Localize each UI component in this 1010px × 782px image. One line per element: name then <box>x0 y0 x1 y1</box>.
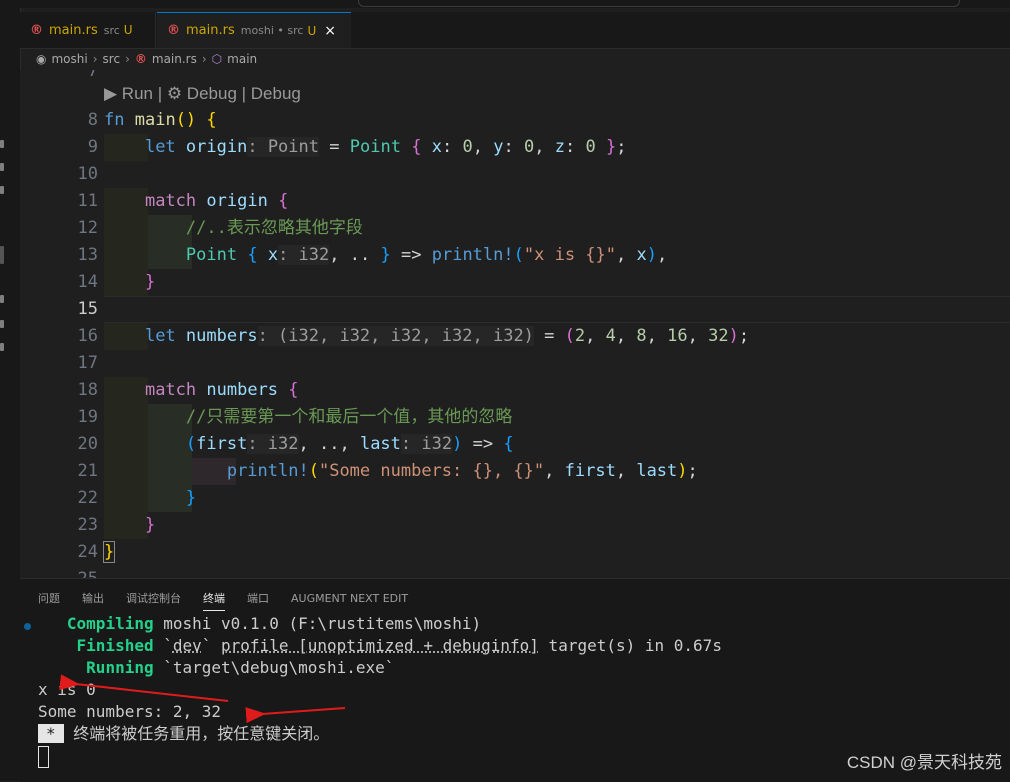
chevron-right-icon: › <box>92 52 98 66</box>
line-number-gutter: 7 8 9 10 11 12 13 14 15 16 17 18 19 20 2… <box>20 70 98 578</box>
code-line: } <box>185 488 197 508</box>
tab-git-state: U <box>123 23 133 37</box>
tab-description: moshi • src <box>240 24 304 37</box>
code-line: //只需要第一个和最后一个值，其他的忽略 <box>185 407 513 427</box>
rust-file-icon: ® <box>167 23 180 38</box>
terminal-output-line: Some numbers: 2, 32 <box>38 702 222 721</box>
cube-icon: ⬡ <box>211 52 223 66</box>
chevron-right-icon: › <box>201 52 207 66</box>
chevron-right-icon: › <box>125 52 130 66</box>
line-number: 15 <box>77 299 98 319</box>
line-number: 21 <box>77 461 98 481</box>
task-reuse-badge: * <box>38 724 64 743</box>
code-line: println!("Some numbers: {}, {}", first, … <box>226 461 698 481</box>
title-bar <box>20 0 1010 8</box>
line-number: 11 <box>77 191 98 211</box>
code-line: fn main() { <box>104 110 217 130</box>
breadcrumb-item-symbol[interactable]: main <box>227 52 257 66</box>
breadcrumb-item-file[interactable]: main.rs <box>152 52 197 66</box>
tab-debug-console[interactable]: 调试控制台 <box>126 586 181 610</box>
activity-indicator <box>0 295 4 303</box>
tab-main-rs[interactable]: ® main.rs src U <box>20 12 156 48</box>
code-line: } <box>144 272 156 292</box>
activity-indicator <box>0 186 4 194</box>
code-line: } <box>144 515 156 535</box>
line-number: 14 <box>77 272 98 292</box>
command-center[interactable] <box>358 0 960 7</box>
terminal-output[interactable]: Compiling moshi v0.1.0 (F:\rustitems\mos… <box>38 613 1010 768</box>
code-lines: fn main() { let origin: Point = Point { … <box>102 70 1010 578</box>
code-editor[interactable]: 7 8 9 10 11 12 13 14 15 16 17 18 19 20 2… <box>20 70 1010 578</box>
watermark: CSDN @景天科技苑 <box>846 753 1002 772</box>
code-line: let origin: Point = Point { x: 0, y: 0, … <box>144 137 627 157</box>
breadcrumb: ◉ moshi › src › ® main.rs › ⬡ main <box>20 48 1010 70</box>
tab-terminal[interactable]: 终端 <box>203 586 225 611</box>
line-number: 10 <box>77 164 98 184</box>
terminal-line: * 终端将被任务重用，按任意键关闭。 <box>38 723 1010 745</box>
line-number: 25 <box>20 566 98 578</box>
line-number: 8 <box>87 110 98 130</box>
editor-tabs: ® main.rs src U ® main.rs moshi • src U … <box>20 12 1010 49</box>
line-number: 12 <box>77 218 98 238</box>
line-number: 18 <box>77 380 98 400</box>
code-line: //..表示忽略其他字段 <box>185 218 363 238</box>
terminal-line: Finished `dev` profile [unoptimized + de… <box>76 636 722 655</box>
line-number: 13 <box>77 245 98 265</box>
breadcrumb-item-src[interactable]: src <box>103 52 121 66</box>
tab-git-state: U <box>307 23 317 38</box>
line-number: 24 <box>77 542 98 562</box>
activity-indicator <box>0 140 4 148</box>
line-number: 23 <box>77 515 98 535</box>
line-number: 19 <box>77 407 98 427</box>
tab-problems[interactable]: 问题 <box>38 586 60 610</box>
tab-main-rs-active[interactable]: ® main.rs moshi • src U × <box>157 12 351 48</box>
line-number: 16 <box>77 326 98 346</box>
rust-file-icon: ® <box>134 52 147 66</box>
tab-augment-next-edit[interactable]: AUGMENT NEXT EDIT <box>291 588 408 609</box>
line-number: 20 <box>77 434 98 454</box>
close-icon[interactable]: × <box>324 23 336 39</box>
terminal-cursor <box>38 745 49 768</box>
code-line: (first: i32, .., last: i32) => { <box>185 434 514 454</box>
activity-bar <box>0 0 21 781</box>
terminal-line: Running `target\debug\moshi.exe` <box>86 658 395 677</box>
activity-indicator <box>0 163 4 171</box>
terminal-output-line: x is 0 <box>38 680 96 699</box>
activity-indicator <box>0 343 4 351</box>
tab-output[interactable]: 输出 <box>82 586 104 610</box>
code-line: let numbers: (i32, i32, i32, i32, i32) =… <box>144 326 750 346</box>
terminal-status-dot <box>24 623 31 630</box>
tab-label: main.rs <box>49 22 98 38</box>
code-line: Point { x: i32, .. } => println!("x is {… <box>185 245 668 265</box>
tab-description: src <box>103 23 120 37</box>
code-line: } <box>102 541 116 563</box>
tab-label: main.rs <box>186 23 235 38</box>
activity-indicator <box>0 320 4 328</box>
tab-ports[interactable]: 端口 <box>247 586 269 610</box>
folder-icon: ◉ <box>36 52 47 66</box>
rust-file-icon: ® <box>30 22 43 38</box>
code-line: match origin { <box>144 191 289 211</box>
line-number: 22 <box>77 488 98 508</box>
panel-tabs: 问题 输出 调试控制台 终端 端口 AUGMENT NEXT EDIT <box>20 579 430 617</box>
line-number: 7 <box>87 70 98 81</box>
terminal-line: Compiling moshi v0.1.0 (F:\rustitems\mos… <box>66 614 482 633</box>
line-number: 17 <box>77 353 98 373</box>
breadcrumb-item-moshi[interactable]: moshi <box>51 52 87 66</box>
line-number: 9 <box>87 137 98 157</box>
code-line: match numbers { <box>144 380 299 400</box>
activity-active-indicator <box>0 246 4 264</box>
